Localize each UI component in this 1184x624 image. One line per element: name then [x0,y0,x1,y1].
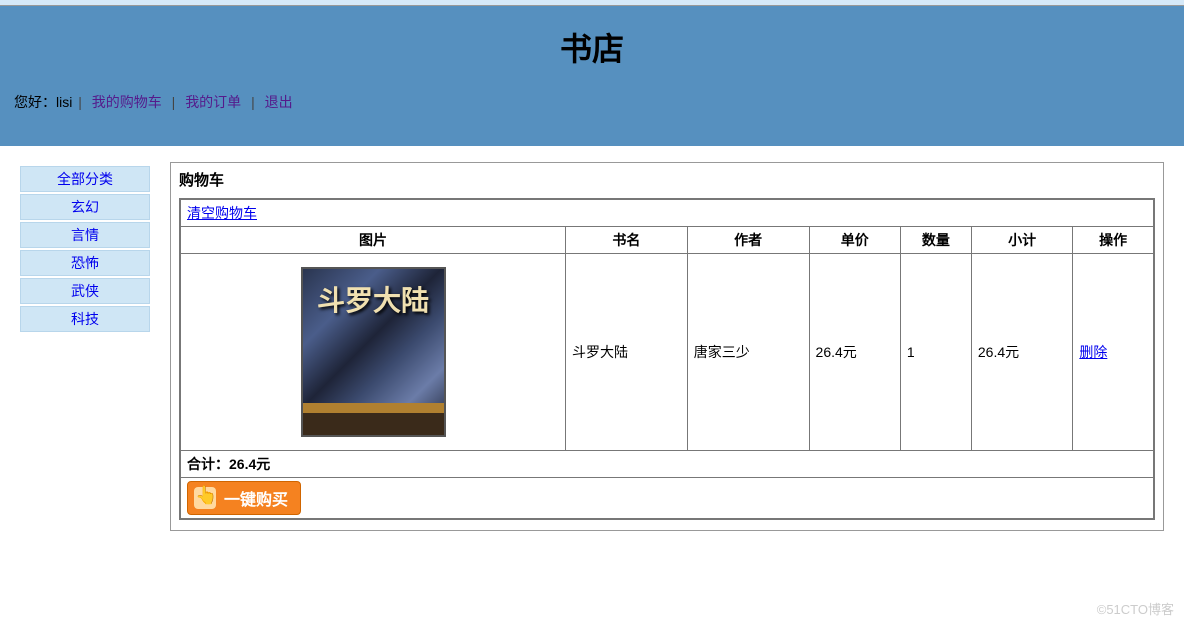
cart-heading: 购物车 [179,169,1155,190]
cell-author: 唐家三少 [687,254,809,451]
total-value: 26.4元 [229,456,270,472]
header-nav: 您好：lisi | 我的购物车 | 我的订单 | 退出 [0,88,1184,116]
header: 书店 您好：lisi | 我的购物车 | 我的订单 | 退出 [0,6,1184,146]
sidebar-link[interactable]: 武侠 [71,283,99,299]
book-cover-title: 斗罗大陆 [303,279,444,319]
col-price: 单价 [809,227,900,254]
delete-link[interactable]: 删除 [1079,344,1107,360]
col-action: 操作 [1073,227,1154,254]
cell-subtotal: 26.4元 [971,254,1072,451]
clear-cart-row: 清空购物车 [180,199,1154,227]
sidebar-link[interactable]: 恐怖 [71,255,99,271]
col-author: 作者 [687,227,809,254]
nav-separator: | [78,94,86,110]
cell-qty: 1 [900,254,971,451]
buy-button-label: 一键购买 [224,486,288,510]
col-image: 图片 [180,227,566,254]
book-cover-strip [303,403,444,413]
book-cover-strip [303,413,444,435]
buy-row: 一键购买 [180,478,1154,520]
sidebar-item-wuxia: 武侠 [20,278,150,304]
sidebar-link[interactable]: 全部分类 [57,171,113,187]
sidebar-item-horror: 恐怖 [20,250,150,276]
nav-link-logout[interactable]: 退出 [265,94,293,110]
sidebar-item-all: 全部分类 [20,166,150,192]
site-title: 书店 [0,6,1184,88]
cell-name: 斗罗大陆 [566,254,688,451]
col-name: 书名 [566,227,688,254]
category-sidebar: 全部分类 玄幻 言情 恐怖 武侠 科技 [20,162,150,531]
cell-action: 删除 [1073,254,1154,451]
cart-table: 清空购物车 图片 书名 作者 单价 数量 小计 操作 斗罗大陆 [179,198,1155,520]
nav-link-orders[interactable]: 我的订单 [185,94,241,110]
table-header-row: 图片 书名 作者 单价 数量 小计 操作 [180,227,1154,254]
main-area: 全部分类 玄幻 言情 恐怖 武侠 科技 购物车 清空购物车 图片 书名 作者 单… [0,146,1184,547]
col-qty: 数量 [900,227,971,254]
nav-separator: | [172,94,180,110]
greeting-prefix: 您好： [14,94,56,110]
sidebar-link[interactable]: 玄幻 [71,199,99,215]
nav-separator: | [251,94,259,110]
cell-image: 斗罗大陆 [180,254,566,451]
total-cell: 合计：26.4元 [180,451,1154,478]
cell-price: 26.4元 [809,254,900,451]
watermark: ©51CTO博客 [1097,599,1174,618]
sidebar-link[interactable]: 科技 [71,311,99,327]
sidebar-item-romance: 言情 [20,222,150,248]
sidebar-item-fantasy: 玄幻 [20,194,150,220]
clear-cart-cell: 清空购物车 [180,199,1154,227]
one-click-buy-button[interactable]: 一键购买 [187,481,301,515]
sidebar-item-tech: 科技 [20,306,150,332]
sidebar-link[interactable]: 言情 [71,227,99,243]
content-panel: 购物车 清空购物车 图片 书名 作者 单价 数量 小计 操作 斗罗大陆 [170,162,1164,531]
total-row: 合计：26.4元 [180,451,1154,478]
table-row: 斗罗大陆 斗罗大陆 唐家三少 26.4元 1 26.4元 删除 [180,254,1154,451]
total-label: 合计： [187,456,229,472]
username: lisi [56,94,72,110]
pointer-hand-icon [194,487,216,509]
nav-link-cart[interactable]: 我的购物车 [92,94,162,110]
col-subtotal: 小计 [971,227,1072,254]
buy-cell: 一键购买 [180,478,1154,520]
book-cover-image: 斗罗大陆 [301,267,446,437]
clear-cart-link[interactable]: 清空购物车 [187,205,257,221]
